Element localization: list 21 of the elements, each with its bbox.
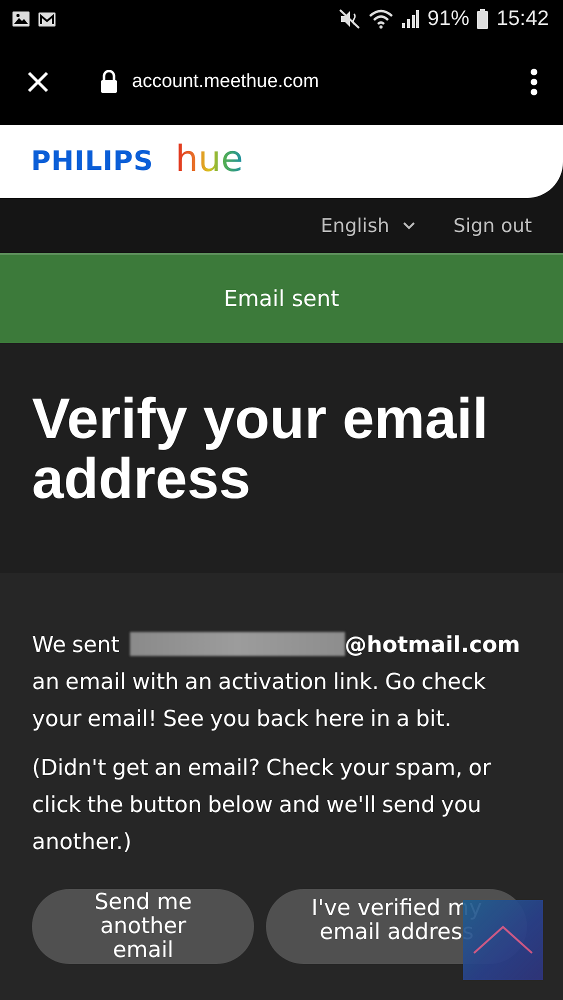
- mute-icon: [339, 9, 362, 29]
- gallery-icon: [12, 11, 30, 27]
- spam-hint-text: (Didn't get an email? Check your spam, or click the button below and we'll send you another.): [32, 755, 492, 857]
- close-button[interactable]: [26, 70, 50, 94]
- confirmation-text: We sent @hotmail.com an email with an activation link. Go check your email! See you back here in a bit.: [32, 631, 522, 734]
- resend-email-button[interactable]: Send me another email: [32, 889, 254, 964]
- chevron-down-icon: [403, 222, 416, 230]
- battery-icon: [477, 9, 488, 29]
- clock-time: 15:42: [496, 7, 549, 31]
- wifi-icon: [369, 9, 394, 29]
- page-title: Verify your email address: [32, 389, 490, 509]
- lock-icon: [100, 70, 118, 93]
- menu-button[interactable]: [529, 68, 539, 96]
- mail-icon: [38, 12, 56, 26]
- brand-logo[interactable]: PHILIPS: [31, 146, 154, 177]
- signal-icon: [401, 10, 420, 28]
- success-banner: Email sent: [0, 253, 563, 343]
- url-text[interactable]: account.meethue.com: [132, 70, 529, 92]
- language-selector[interactable]: English: [320, 214, 416, 236]
- battery-percent: 91%: [427, 7, 470, 31]
- sign-out-link[interactable]: Sign out: [453, 214, 532, 236]
